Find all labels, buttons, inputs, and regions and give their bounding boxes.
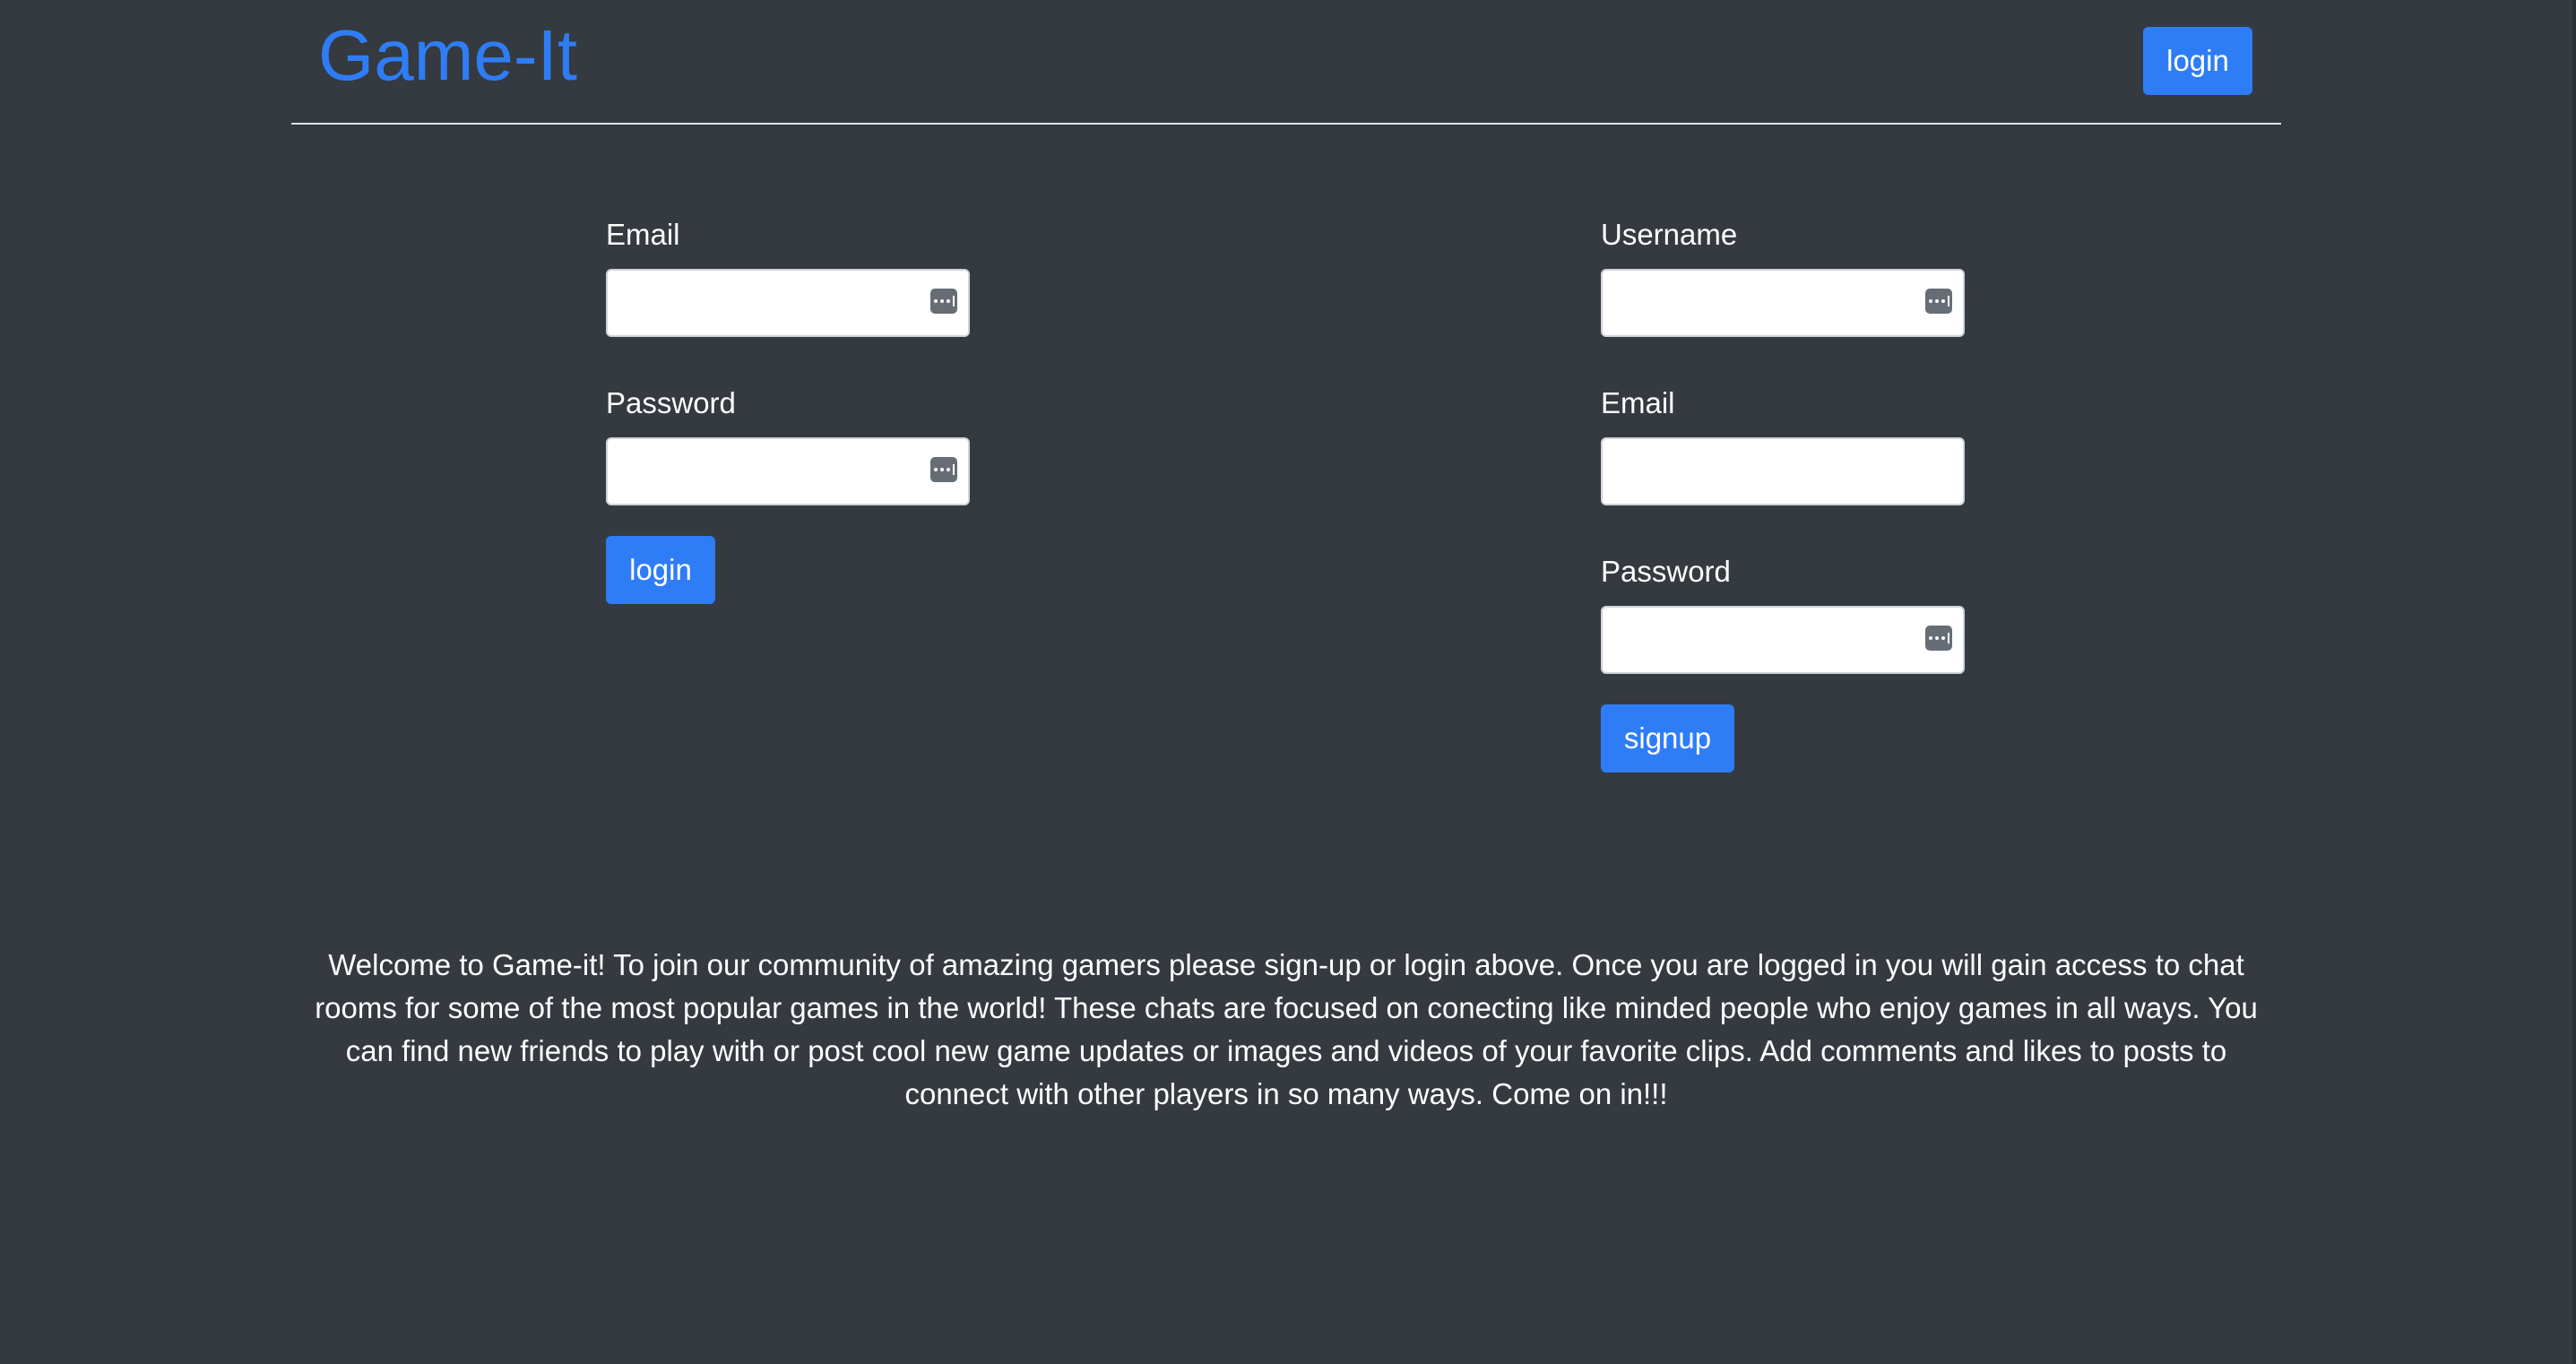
password-manager-key-icon[interactable] [1925, 626, 1952, 651]
login-password-input[interactable] [606, 437, 970, 505]
welcome-message: Welcome to Game-it! To join our communit… [315, 948, 2258, 1110]
window-edge [2572, 0, 2576, 1364]
signup-email-input[interactable] [1601, 437, 1965, 505]
password-manager-key-icon[interactable] [1925, 289, 1952, 314]
signup-form: Username Email Password signup [1601, 215, 1965, 773]
password-manager-key-icon[interactable] [930, 457, 957, 482]
signup-email-wrap [1601, 437, 1965, 505]
login-submit-button[interactable]: login [606, 536, 715, 604]
header-login-button[interactable]: login [2143, 27, 2252, 95]
password-manager-key-icon[interactable] [930, 289, 957, 314]
login-form: Email Password login [606, 215, 970, 604]
signup-submit-button[interactable]: signup [1601, 704, 1734, 773]
brand-title[interactable]: Game-It [318, 11, 577, 100]
signup-password-wrap [1601, 606, 1965, 674]
signup-password-input[interactable] [1601, 606, 1965, 674]
login-email-input[interactable] [606, 269, 970, 337]
navbar: Game-It login [291, 0, 2281, 125]
signup-username-input[interactable] [1601, 269, 1965, 337]
signup-username-wrap [1601, 269, 1965, 337]
login-password-label: Password [606, 386, 736, 419]
signup-password-label: Password [1601, 555, 1731, 588]
login-email-wrap [606, 269, 970, 337]
login-password-wrap [606, 437, 970, 505]
login-email-label: Email [606, 218, 680, 251]
page: Game-It login Email Password login Usern… [0, 0, 2576, 1364]
signup-username-label: Username [1601, 218, 1738, 251]
signup-email-label: Email [1601, 386, 1675, 419]
